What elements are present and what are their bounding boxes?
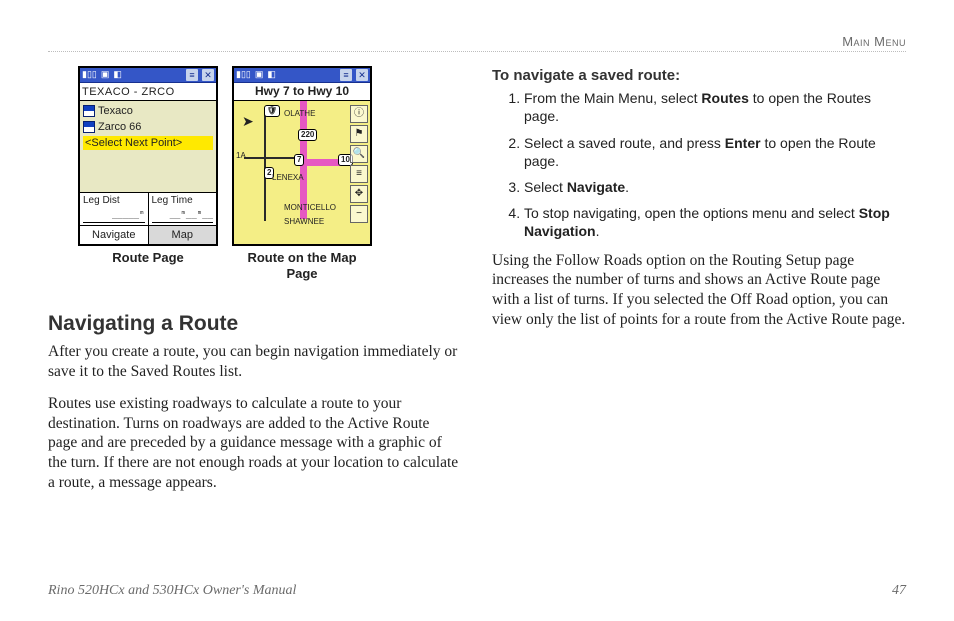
footer-title: Rino 520HCx and 530HCx Owner's Manual [48,583,296,599]
step-text: Select [524,179,567,195]
step-bold: Enter [725,135,761,151]
close-icon: ✕ [356,69,368,81]
hwy-shield: 7 [294,154,304,166]
step-bold: Routes [701,90,748,106]
flag-icon [83,105,95,117]
step-text: Select a saved route, and press [524,135,725,151]
point-label: Texaco [98,104,133,118]
map-canvas: 🛡 OLATHE 220 1A 7 10 2 LENEXA MONTICELLO… [234,101,370,244]
cursor-icon: ➤ [242,113,254,131]
status-bar: ▮▯▯ ▣ ◧ ≡ ✕ [234,68,370,83]
tab-map: Map [149,226,217,244]
right-column: To navigate a saved route: From the Main… [492,66,906,505]
step-text: . [596,223,600,239]
signal-icon: ▣ [101,69,110,81]
leg-time-value: __ᵐ__ᵐ__ [152,208,214,223]
body-paragraph: After you create a route, you can begin … [48,342,462,382]
route-title: TEXACO - ZRCO [80,83,216,101]
step: Select Navigate. [524,178,906,196]
flag-icon [83,121,95,133]
step: To stop navigating, open the options men… [524,204,906,240]
procedure-steps: From the Main Menu, select Routes to ope… [492,89,906,240]
status-bar: ▮▯▯ ▣ ◧ ≡ ✕ [80,68,216,83]
leg-dist-cell: Leg Dist _____ᵐ [80,193,149,225]
map-zoom-out-icon: − [350,205,368,223]
map-info-icon: ⓘ [350,105,368,123]
body-paragraph: Using the Follow Roads option on the Rou… [492,251,906,330]
list-item: Zarco 66 [82,119,214,135]
step: From the Main Menu, select Routes to ope… [524,89,906,125]
leg-time-cell: Leg Time __ᵐ__ᵐ__ [149,193,217,225]
map-menu-icon: ≡ [350,165,368,183]
close-icon: ✕ [202,69,214,81]
step-text: From the Main Menu, select [524,90,701,106]
signal-icon: ▣ [255,69,264,81]
map-flag-icon: ⚑ [350,125,368,143]
running-head: Main Menu [48,34,906,49]
two-column-layout: ▮▯▯ ▣ ◧ ≡ ✕ TEXACO - ZRCO Texaco [48,66,906,505]
step-text: . [625,179,629,195]
map-pan-icon: ✥ [350,185,368,203]
point-label: Zarco 66 [98,120,141,134]
route-points-list: Texaco Zarco 66 <Select Next Point> [80,101,216,192]
leg-dist-value: _____ᵐ [83,208,145,223]
step-text: To stop navigating, open the options men… [524,205,859,221]
route-stats: Leg Dist _____ᵐ Leg Time __ᵐ__ᵐ__ [80,192,216,225]
hwy-shield: 220 [298,129,317,141]
tab-navigate: Navigate [80,226,149,244]
figure-route-page: ▮▯▯ ▣ ◧ ≡ ✕ TEXACO - ZRCO Texaco [78,66,218,281]
map-zoom-in-icon: 🔍 [350,145,368,163]
body-paragraph: Routes use existing roadways to calculat… [48,394,462,493]
figure-caption: Route Page [112,250,184,266]
gps-icon: ◧ [113,69,122,81]
header-rule [48,51,906,52]
city-label: LENEXA [272,173,304,183]
page-footer: Rino 520HCx and 530HCx Owner's Manual 47 [48,583,906,599]
map-title: Hwy 7 to Hwy 10 [234,83,370,101]
menu-icon: ≡ [340,69,352,81]
city-label: OLATHE [284,109,315,119]
battery-icon: ▮▯▯ [82,69,97,81]
gps-icon: ◧ [267,69,276,81]
list-item-select-next: <Select Next Point> [82,135,214,151]
page-number: 47 [892,583,906,599]
route-page-screen: ▮▯▯ ▣ ◧ ≡ ✕ TEXACO - ZRCO Texaco [78,66,218,246]
step: Select a saved route, and press Enter to… [524,134,906,170]
map-page-screen: ▮▯▯ ▣ ◧ ≡ ✕ Hwy 7 to Hwy 10 [232,66,372,246]
leg-dist-label: Leg Dist [83,195,145,208]
figure-caption: Route on the Map Page [232,250,372,281]
list-item: Texaco [82,103,214,119]
hwy-shield: 🛡 [264,105,280,117]
bottom-tabs: Navigate Map [80,225,216,244]
road-line [244,157,300,159]
city-label: MONTICELLO [284,203,336,213]
step-bold: Navigate [567,179,625,195]
select-next-point: <Select Next Point> [83,136,213,150]
leg-time-label: Leg Time [152,195,214,208]
section-heading: Navigating a Route [48,311,462,338]
figure-map-page: ▮▯▯ ▣ ◧ ≡ ✕ Hwy 7 to Hwy 10 [232,66,372,281]
figure-row: ▮▯▯ ▣ ◧ ≡ ✕ TEXACO - ZRCO Texaco [78,66,462,281]
left-column: ▮▯▯ ▣ ◧ ≡ ✕ TEXACO - ZRCO Texaco [48,66,462,505]
manual-page: Main Menu ▮▯▯ ▣ ◧ ≡ ✕ T [0,0,954,621]
menu-icon: ≡ [186,69,198,81]
hwy-label: 1A [236,151,246,161]
city-label: SHAWNEE [284,217,324,227]
battery-icon: ▮▯▯ [236,69,251,81]
procedure-heading: To navigate a saved route: [492,66,906,85]
road-line [264,111,266,221]
